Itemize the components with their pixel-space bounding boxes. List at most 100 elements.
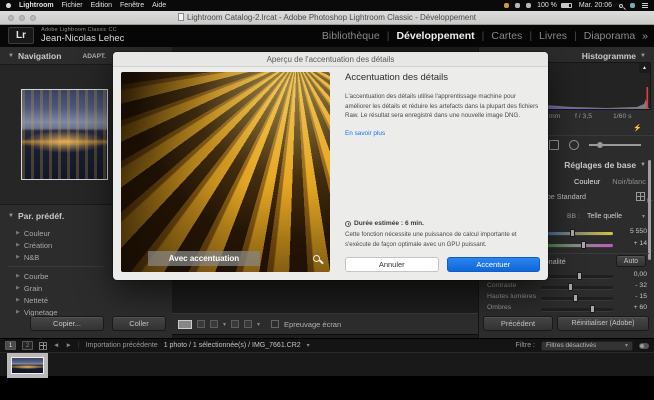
reset-button[interactable]: Réinitialiser (Adobe) (557, 316, 649, 331)
slider-value[interactable]: + 14 (607, 240, 647, 247)
filter-dropdown[interactable]: Filtres désactivés ▾ (541, 341, 633, 351)
enhance-button[interactable]: Accentuer (447, 257, 541, 272)
slider-thumb[interactable] (573, 294, 578, 302)
chevron-down-icon[interactable]: ▾ (642, 213, 645, 220)
second-screen-button[interactable]: 2 (22, 341, 33, 350)
wifi-icon[interactable] (526, 3, 531, 8)
presets-header[interactable]: ▼ Par. prédéf. (8, 211, 64, 221)
slider-thumb[interactable] (568, 283, 573, 291)
slider-value[interactable]: - 15 (607, 293, 647, 300)
navigation-header[interactable]: ▼ Navigation (8, 51, 61, 61)
slider-value[interactable]: 0,00 (607, 271, 647, 278)
learn-more-link[interactable]: En savoir plus (345, 130, 540, 137)
chevron-down-icon[interactable]: ▾ (257, 321, 260, 328)
highlight-clipping-icon[interactable]: ▲ (639, 63, 650, 73)
forward-arrow-icon[interactable]: ► (65, 342, 71, 349)
preset-group-nettete[interactable]: ▶Netteté (0, 294, 112, 306)
before-after-left-icon[interactable] (197, 320, 205, 328)
slider-value[interactable]: 5 550 (607, 228, 647, 235)
auto-tone-button[interactable]: Auto (616, 255, 646, 267)
histogram-header[interactable]: Histogramme ▼ (582, 51, 646, 61)
source-label[interactable]: Importation précédente (86, 342, 158, 349)
module-bibliotheque[interactable]: Bibliothèque (322, 30, 380, 42)
treatment-color[interactable]: Couleur (574, 177, 600, 186)
filter-value: Filtres désactivés (546, 342, 596, 349)
filmstrip-selected-cell[interactable] (7, 353, 48, 378)
modules-more-icon[interactable]: » (642, 30, 648, 42)
menu-fichier[interactable]: Fichier (62, 2, 83, 9)
crop-tool-icon[interactable] (549, 140, 559, 150)
spacer (345, 137, 540, 221)
enhance-details-dialog: Aperçu de l'accentuation des détails Ave… (113, 52, 548, 280)
chevron-down-icon: ▾ (625, 342, 628, 349)
preset-group-courbe[interactable]: ▶Courbe (0, 270, 112, 282)
dialog-content: Accentuation des détails L'accentuation … (345, 72, 540, 272)
main-screen-button[interactable]: 1 (5, 341, 16, 350)
contrast-slider[interactable] (541, 286, 613, 289)
preset-group-couleur[interactable]: ▶Couleur (0, 227, 112, 239)
siri-icon[interactable] (630, 3, 635, 8)
module-diaporama[interactable]: Diaporama (584, 30, 635, 42)
back-arrow-icon[interactable]: ◄ (53, 342, 59, 349)
preset-group-creation[interactable]: ▶Création (0, 239, 112, 251)
gpu-note: Cette fonction nécessite une puissance d… (345, 230, 540, 249)
slider-thumb[interactable] (590, 305, 595, 313)
filter-toggle[interactable] (639, 343, 649, 349)
slider-value[interactable]: + 60 (607, 304, 647, 311)
chevron-down-icon[interactable]: ▾ (223, 321, 226, 328)
split-view-icon[interactable] (231, 320, 239, 328)
temperature-slider[interactable] (541, 232, 613, 235)
module-livres[interactable]: Livres (539, 30, 567, 42)
shadows-slider[interactable] (541, 308, 613, 311)
navigation-title: Navigation (18, 51, 61, 61)
apple-icon[interactable] (6, 3, 11, 8)
preview-state-label[interactable]: Avec accentuation (148, 251, 260, 266)
masking-tool-icon[interactable] (589, 144, 641, 146)
before-after-right-icon[interactable] (210, 320, 218, 328)
module-developpement[interactable]: Développement (396, 30, 474, 42)
exposure-slider[interactable] (541, 275, 613, 278)
status-icon[interactable] (504, 3, 509, 8)
navigator-preview-image[interactable] (21, 89, 108, 180)
slider-thumb[interactable] (570, 229, 575, 237)
soft-proof-checkbox[interactable] (271, 320, 279, 328)
spotlight-icon[interactable] (619, 4, 623, 8)
heal-tool-icon[interactable] (569, 140, 579, 150)
chevron-down-icon: ▼ (8, 213, 14, 219)
split-view-icon[interactable] (244, 320, 252, 328)
menu-fenetre[interactable]: Fenêtre (120, 2, 144, 9)
nav-zoom-fit[interactable]: ADAPT. (83, 53, 106, 60)
slider-thumb[interactable] (581, 241, 586, 249)
grid-view-icon[interactable] (39, 342, 47, 350)
selection-info[interactable]: 1 photo / 1 sélectionnée(s) / IMG_7661.C… (164, 342, 301, 349)
module-cartes[interactable]: Cartes (491, 30, 522, 42)
preset-group-grain[interactable]: ▶Grain (0, 282, 112, 294)
status-icon[interactable] (515, 3, 520, 8)
menu-lightroom[interactable]: Lightroom (19, 2, 54, 9)
enhance-preview-image[interactable]: Avec accentuation (121, 72, 330, 272)
menu-edition[interactable]: Edition (91, 2, 112, 9)
preset-group-nb[interactable]: ▶N&B (0, 251, 112, 263)
previous-button[interactable]: Précédent (483, 316, 553, 331)
chevron-down-icon[interactable]: ▾ (307, 342, 310, 349)
highlights-slider[interactable] (541, 297, 613, 300)
filmstrip-thumbnail[interactable] (11, 357, 44, 374)
wb-value[interactable]: Telle quelle (587, 213, 622, 220)
filmstrip-bar: 1 2 ◄ ► | Importation précédente 1 photo… (0, 338, 654, 352)
paste-settings-button[interactable]: Coller (112, 316, 166, 331)
magnifier-icon (313, 255, 320, 262)
basic-panel-header[interactable]: Réglages de base ▼ (564, 160, 646, 170)
slider-thumb[interactable] (577, 272, 582, 280)
cancel-button[interactable]: Annuler (345, 257, 439, 272)
chevron-right-icon: ▶ (16, 309, 20, 315)
copy-settings-button[interactable]: Copier... (30, 316, 104, 331)
menu-aide[interactable]: Aide (152, 2, 166, 9)
treatment-bw[interactable]: Noir/blanc (612, 177, 646, 186)
divider: | (78, 342, 80, 349)
profile-browser-icon[interactable] (636, 192, 645, 201)
loupe-view-icon[interactable] (178, 320, 192, 329)
slider-value[interactable]: - 32 (607, 282, 647, 289)
tint-slider[interactable] (541, 244, 613, 247)
control-center-icon[interactable] (642, 3, 648, 8)
app-header: Lr Adobe Lightroom Classic CC Jean-Nicol… (0, 25, 654, 47)
